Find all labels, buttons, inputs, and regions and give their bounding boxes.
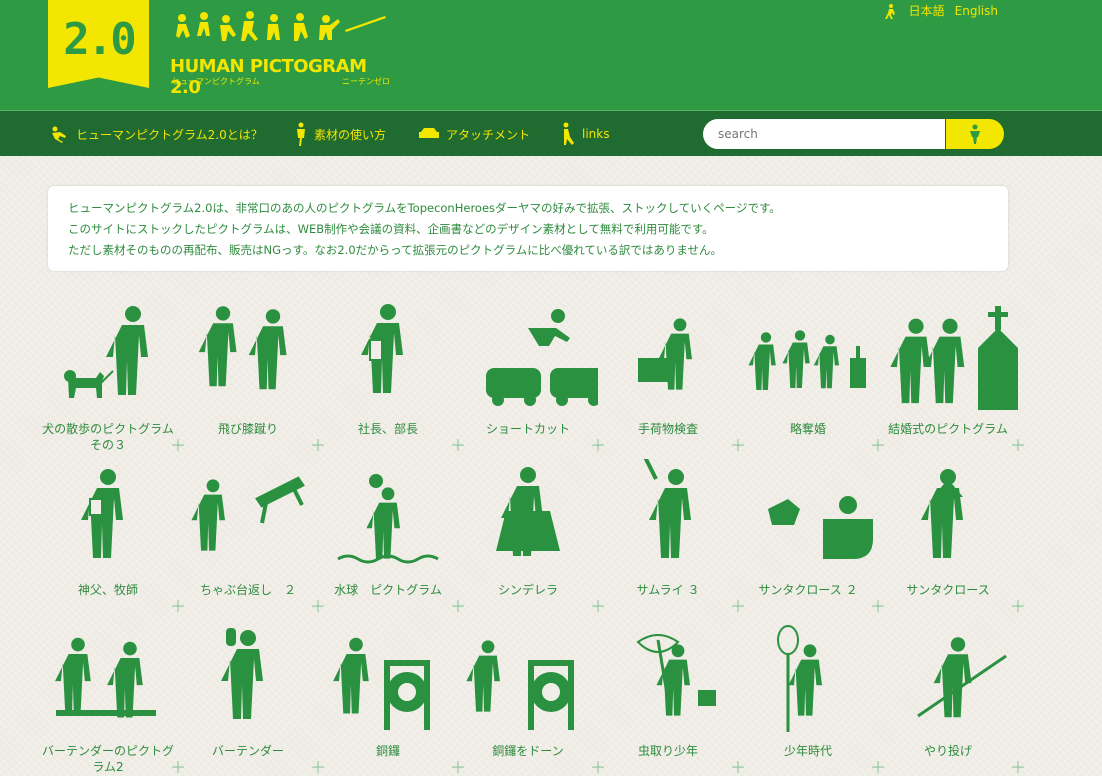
search-figure-icon	[970, 124, 980, 144]
search-input[interactable]	[703, 119, 945, 149]
pictogram-tile[interactable]: バーテンダーのピクトグラム2 ＋	[38, 620, 186, 776]
nav-item-attachment[interactable]: アタッチメント	[418, 111, 530, 157]
pictogram-label: サンタクロース ２	[758, 583, 858, 597]
walking-figure-icon	[884, 3, 895, 19]
pictogram-tile[interactable]: 犬の散歩のピクトグラム その３ ＋	[38, 298, 186, 459]
flying-knee-icon	[198, 306, 287, 390]
pictogram-label: 社長、部長	[357, 422, 418, 436]
wedding-icon	[890, 306, 1018, 410]
running-figure-icon	[52, 126, 66, 143]
nav-label: アタッチメント	[446, 127, 531, 142]
gong-strike-icon	[466, 640, 574, 730]
pictogram-label: ちゃぶ台返し ２	[199, 583, 296, 597]
bartender-bar-icon	[55, 637, 156, 718]
add-plus-icon[interactable]: ＋	[1010, 599, 1026, 615]
pictogram-tile[interactable]: シンデレラ ＋	[458, 459, 606, 620]
water-polo-icon	[337, 474, 439, 564]
lang-japanese-link[interactable]: 日本語	[909, 2, 945, 19]
dog-walk-icon	[64, 306, 148, 398]
gong-icon	[333, 637, 430, 730]
nav-label: 素材の使い方	[314, 127, 387, 142]
pictogram-tile[interactable]: ショートカット ＋	[458, 298, 606, 459]
pictogram-label: バーテンダーのピクトグラム2	[41, 744, 174, 774]
pictogram-label: サンタクロース	[906, 583, 990, 597]
bride-steal-icon	[748, 330, 866, 391]
pictogram-label: 虫取り少年	[637, 744, 698, 758]
pictogram-tile[interactable]: やり投げ ＋	[878, 620, 1026, 776]
standing-figure-icon	[297, 122, 305, 146]
badge-text: 2.0	[63, 14, 136, 65]
leaning-figure-icon	[563, 122, 574, 145]
pictogram-label: 銅鑼	[375, 744, 400, 758]
pictogram-label: 神父、牧師	[77, 583, 138, 597]
nav-label: links	[582, 127, 610, 141]
add-plus-icon[interactable]: ＋	[1010, 438, 1026, 454]
header: 2.0 HUMAN PICTOGRAM 2.0 ヒューマンピクトグラム ニーテン…	[0, 0, 1102, 110]
pictogram-tile[interactable]: 虫取り少年 ＋	[598, 620, 746, 776]
pictogram-label: ショートカット	[485, 422, 570, 436]
pictogram-tile[interactable]: 飛び膝蹴り ＋	[178, 298, 326, 459]
car-icon	[419, 128, 439, 138]
nav-item-usage[interactable]: 素材の使い方	[294, 111, 386, 157]
boss-icon	[361, 304, 403, 393]
intro-box: ヒューマンピクトグラム2.0は、非常口のあの人のピクトグラムをTopeconHe…	[48, 186, 1008, 271]
pictogram-tile[interactable]: 神父、牧師 ＋	[38, 459, 186, 620]
brand-logo[interactable]: HUMAN PICTOGRAM 2.0 ヒューマンピクトグラム ニーテンゼロ	[170, 10, 395, 98]
javelin-icon	[917, 637, 1007, 718]
pictogram-label: 略奪婚	[789, 422, 826, 436]
pictogram-tile[interactable]: ちゃぶ台返し ２ ＋	[178, 459, 326, 620]
nav-item-about[interactable]: ヒューマンピクトグラム2.0とは？	[50, 111, 263, 157]
pictogram-label: 少年時代	[783, 744, 832, 758]
search-button[interactable]	[946, 119, 1004, 149]
shortcut-icon	[486, 309, 598, 406]
pictogram-tile[interactable]: 略奪婚 ＋	[738, 298, 886, 459]
nav-label: ヒューマンピクトグラム2.0とは？	[76, 127, 263, 142]
add-plus-icon[interactable]: ＋	[1010, 760, 1026, 776]
pictogram-tile[interactable]: 銅鑼をドーン ＋	[458, 620, 606, 776]
lang-english-link[interactable]: English	[955, 4, 998, 18]
pictogram-label: 銅鑼をドーン	[492, 744, 564, 758]
pictogram-tile[interactable]: 手荷物検査 ＋	[598, 298, 746, 459]
bartender-icon	[221, 628, 263, 719]
brand-figures-icon	[176, 11, 386, 41]
brand-reading: ニーテンゼロ	[342, 77, 390, 86]
intro-line: ヒューマンピクトグラム2.0は、非常口のあの人のピクトグラムをTopeconHe…	[68, 201, 781, 215]
pictogram-label: シンデレラ	[497, 583, 558, 597]
cinderella-icon	[496, 467, 560, 556]
pictogram-label: 犬の散歩のピクトグラム その３	[42, 422, 174, 452]
intro-line: ただし素材そのものの再配布、販売はNGっす。なお2.0だからって拡張元のピクトグ…	[68, 243, 723, 257]
pictogram-label: サムライ ３	[636, 583, 700, 597]
pictogram-tile[interactable]: サンタクロース ＋	[878, 459, 1026, 620]
pictogram-tile[interactable]: サンタクロース ２ ＋	[738, 459, 886, 620]
santa-icon	[921, 469, 963, 558]
bug-catcher-icon	[636, 634, 716, 716]
boyhood-icon	[777, 625, 822, 732]
pictogram-tile[interactable]: 少年時代 ＋	[738, 620, 886, 776]
baggage-check-icon	[638, 318, 692, 390]
brand-subtitle: ヒューマンピクトグラム	[172, 77, 260, 86]
pictogram-label: 飛び膝蹴り	[217, 422, 278, 436]
pictogram-label: やり投げ	[923, 744, 972, 758]
pictogram-tile[interactable]: 結婚式のピクトグラム ＋	[878, 298, 1026, 459]
pictogram-label: 水球 ピクトグラム	[334, 583, 442, 597]
nav-item-links[interactable]: links	[562, 111, 609, 157]
table-flip-icon	[191, 476, 305, 551]
santa-sleigh-icon	[768, 496, 873, 559]
intro-line: このサイトにストックしたピクトグラムは、WEB制作や会議の資料、企画書などのデザ…	[68, 222, 714, 236]
pictogram-tile[interactable]: 水球 ピクトグラム ＋	[318, 459, 466, 620]
pictogram-tile[interactable]: サムライ ３ ＋	[598, 459, 746, 620]
pictogram-label: バーテンダー	[211, 744, 284, 758]
pictogram-tile[interactable]: 銅鑼 ＋	[318, 620, 466, 776]
priest-icon	[81, 469, 123, 558]
pictogram-label: 結婚式のピクトグラム	[888, 422, 1008, 436]
samurai-icon	[643, 459, 691, 558]
logo-badge[interactable]: 2.0	[48, 0, 149, 88]
pictogram-tile[interactable]: 社長、部長 ＋	[318, 298, 466, 459]
language-switch: 日本語 English	[883, 2, 998, 19]
pictogram-label: 手荷物検査	[637, 422, 698, 436]
pictogram-tile[interactable]: バーテンダー ＋	[178, 620, 326, 776]
